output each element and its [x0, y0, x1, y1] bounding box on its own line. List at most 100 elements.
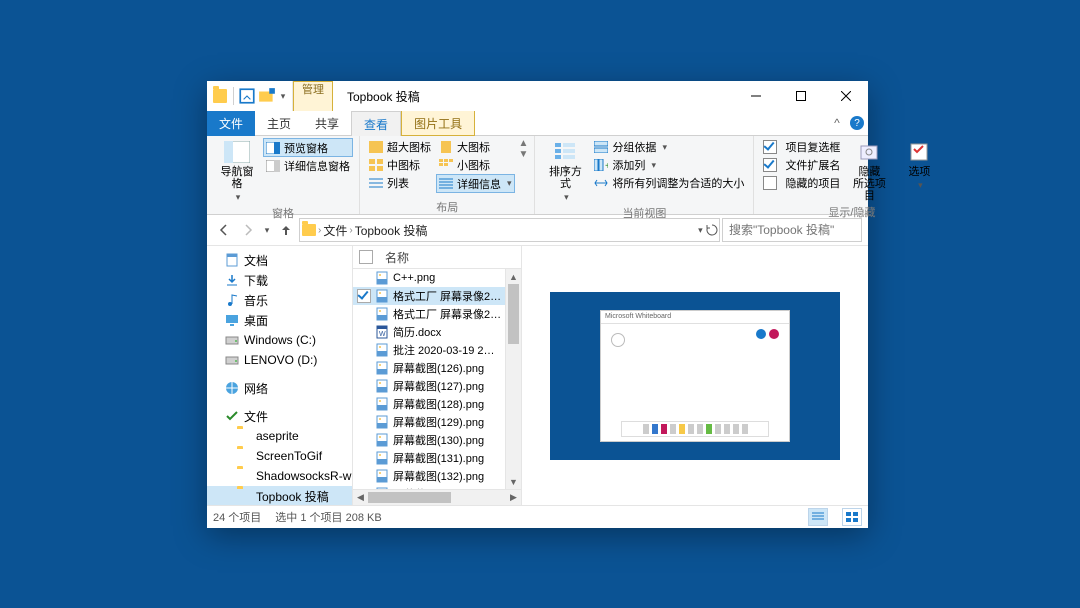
back-button[interactable]: [213, 219, 235, 241]
tab-picture-tools[interactable]: 图片工具: [401, 111, 475, 136]
row-checkbox[interactable]: [357, 289, 371, 303]
minimize-button[interactable]: [733, 81, 778, 111]
layout-medium[interactable]: 中图标: [366, 156, 434, 174]
file-extensions-toggle[interactable]: 文件扩展名: [760, 156, 843, 174]
qat-dropdown-icon[interactable]: ▾: [278, 87, 288, 105]
group-by-button[interactable]: 分组依据▾: [591, 138, 747, 156]
chevron-right-icon[interactable]: ›: [318, 225, 321, 236]
breadcrumb[interactable]: › 文件 › Topbook 投稿 ▾: [299, 218, 720, 242]
tree-item[interactable]: aseprite: [207, 426, 352, 446]
file-row[interactable]: 批注 2020-03-19 2…: [353, 341, 521, 359]
sort-button[interactable]: 排序方式 ▾: [541, 138, 589, 205]
layout-list[interactable]: 列表: [366, 174, 434, 192]
file-row[interactable]: C++.png: [353, 269, 521, 287]
file-row[interactable]: 屏幕截图(126).png: [353, 359, 521, 377]
music-icon: [225, 293, 239, 307]
scroll-up-icon[interactable]: ▲: [506, 269, 521, 284]
layout-large[interactable]: 大图标: [436, 138, 515, 156]
list-header[interactable]: 名称: [353, 246, 521, 269]
small-icon: [439, 158, 453, 172]
breadcrumb-segment[interactable]: 文件: [323, 222, 347, 239]
file-row[interactable]: 屏幕截图(127).png: [353, 377, 521, 395]
tree-item[interactable]: 网络: [207, 378, 352, 398]
file-row[interactable]: 屏幕截图(133).png: [353, 485, 521, 489]
hidden-items-toggle[interactable]: 隐藏的项目: [760, 174, 843, 192]
ribbon-collapse-icon[interactable]: ^: [828, 111, 846, 135]
breadcrumb-segment[interactable]: Topbook 投稿: [355, 222, 428, 239]
nav-pane-button[interactable]: 导航窗格 ▾: [213, 138, 261, 205]
tree-item[interactable]: 下载: [207, 270, 352, 290]
nav-tree[interactable]: 文档下载音乐桌面Windows (C:)LENOVO (D:) 网络文件asepr…: [207, 246, 353, 505]
tree-item[interactable]: 文件: [207, 406, 352, 426]
file-row[interactable]: 屏幕截图(130).png: [353, 431, 521, 449]
layout-extra-large[interactable]: 超大图标: [366, 138, 434, 156]
column-header-name[interactable]: 名称: [385, 249, 409, 266]
manage-contextual-tab[interactable]: 管理: [293, 81, 333, 111]
ribbon: 导航窗格 ▾ 预览窗格 详细信息窗格 窗格 超大图标 中图标 列表 大图标: [207, 136, 868, 215]
hide-selected-button[interactable]: 隐藏所选项目: [845, 138, 893, 204]
preview-image: Microsoft Whiteboard: [550, 292, 840, 460]
layout-details[interactable]: 详细信息▾: [436, 174, 515, 193]
search-box[interactable]: [722, 218, 862, 242]
file-row[interactable]: 格式工厂 屏幕录像2…: [353, 287, 521, 305]
details-pane-button[interactable]: 详细信息窗格: [263, 157, 353, 175]
horizontal-scrollbar[interactable]: ◀ ▶: [353, 489, 521, 505]
vertical-scrollbar[interactable]: ▲ ▼: [505, 269, 521, 489]
file-row[interactable]: 屏幕截图(128).png: [353, 395, 521, 413]
tree-item[interactable]: 文档: [207, 250, 352, 270]
add-columns-button[interactable]: +添加列▾: [591, 156, 747, 174]
scroll-thumb[interactable]: [368, 492, 451, 503]
tab-file[interactable]: 文件: [207, 111, 255, 137]
file-icon: W: [375, 325, 389, 339]
file-row[interactable]: 屏幕截图(129).png: [353, 413, 521, 431]
file-row[interactable]: 格式工厂 屏幕录像2…: [353, 305, 521, 323]
tree-item[interactable]: 桌面: [207, 310, 352, 330]
file-name: 屏幕截图(131).png: [393, 450, 484, 466]
tab-view[interactable]: 查看: [351, 111, 401, 136]
forward-button[interactable]: [237, 219, 259, 241]
new-folder-icon[interactable]: [258, 87, 276, 105]
file-row[interactable]: W简历.docx: [353, 323, 521, 341]
close-button[interactable]: [823, 81, 868, 111]
scroll-thumb[interactable]: [508, 284, 519, 344]
desktop-icon: [225, 313, 239, 327]
search-input[interactable]: [727, 222, 886, 238]
maximize-button[interactable]: [778, 81, 823, 111]
file-icon: [375, 271, 389, 285]
file-icon: [375, 343, 389, 357]
tab-share[interactable]: 共享: [303, 111, 351, 137]
tree-item[interactable]: LENOVO (D:): [207, 350, 352, 370]
tree-item[interactable]: Topbook 投稿: [207, 486, 352, 505]
chevron-right-icon[interactable]: ›: [349, 225, 352, 236]
help-button[interactable]: ?: [846, 111, 868, 135]
recent-dropdown[interactable]: ▾: [261, 219, 273, 241]
help-icon: ?: [850, 116, 864, 130]
autosize-columns-button[interactable]: 将所有列调整为合适的大小: [591, 174, 747, 192]
layout-more-icon[interactable]: ▲▼: [519, 138, 529, 160]
scroll-left-icon[interactable]: ◀: [353, 490, 368, 505]
svg-text:+: +: [605, 161, 608, 171]
tree-item[interactable]: ShadowsocksR-win-…: [207, 466, 352, 486]
layout-small[interactable]: 小图标: [436, 156, 515, 174]
tree-item[interactable]: Windows (C:): [207, 330, 352, 350]
scroll-down-icon[interactable]: ▼: [506, 474, 521, 489]
refresh-button[interactable]: ▾: [697, 223, 719, 237]
preview-pane-button[interactable]: 预览窗格: [263, 138, 353, 157]
file-row[interactable]: 屏幕截图(132).png: [353, 467, 521, 485]
select-all-checkbox[interactable]: [359, 250, 373, 264]
tree-item[interactable]: ScreenToGif: [207, 446, 352, 466]
item-checkboxes-toggle[interactable]: 项目复选框: [760, 138, 843, 156]
view-thumbnails-button[interactable]: [842, 508, 862, 526]
up-button[interactable]: [275, 219, 297, 241]
file-icon: [375, 307, 389, 321]
options-button[interactable]: 选项 ▾: [895, 138, 943, 193]
file-list[interactable]: 名称 C++.png格式工厂 屏幕录像2…格式工厂 屏幕录像2…W简历.docx…: [353, 246, 522, 505]
autosize-icon: [594, 176, 608, 190]
properties-icon[interactable]: [238, 87, 256, 105]
file-row[interactable]: 屏幕截图(131).png: [353, 449, 521, 467]
tab-home[interactable]: 主页: [255, 111, 303, 137]
tree-item[interactable]: 音乐: [207, 290, 352, 310]
scroll-right-icon[interactable]: ▶: [506, 490, 521, 505]
chevron-down-icon: ▾: [662, 142, 667, 153]
view-details-button[interactable]: [808, 508, 828, 526]
